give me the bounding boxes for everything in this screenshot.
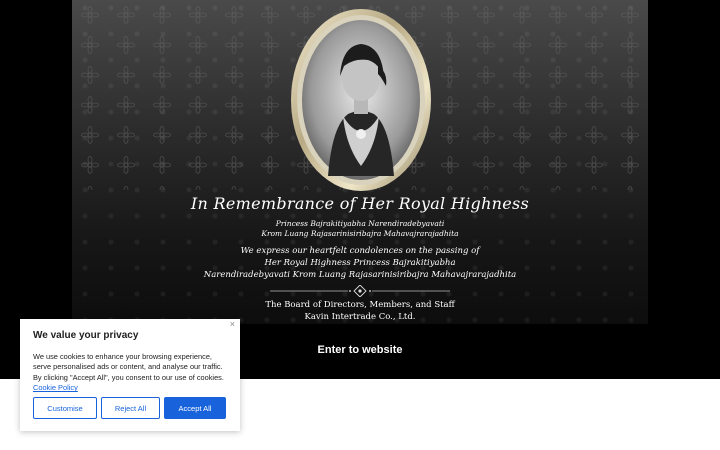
cookie-body-text: We use cookies to enhance your browsing …: [33, 352, 224, 382]
portrait-frame: [291, 9, 431, 191]
accept-all-button[interactable]: Accept All: [164, 397, 226, 419]
page: In Remembrance of Her Royal Highness Pri…: [0, 0, 720, 450]
cookie-policy-link[interactable]: Cookie Policy: [33, 383, 78, 392]
customise-button[interactable]: Customise: [33, 397, 97, 419]
cookie-button-row: Customise Reject All Accept All: [33, 397, 227, 419]
cookie-consent-banner: × We value your privacy We use cookies t…: [20, 319, 240, 431]
memorial-title: In Remembrance of Her Royal Highness: [190, 194, 530, 213]
cookie-description: We use cookies to enhance your browsing …: [33, 352, 227, 394]
memorial-name-line-1: Princess Bajrakitiyabha Narendiradebyava…: [275, 219, 445, 228]
cookie-title: We value your privacy: [33, 330, 139, 341]
close-icon[interactable]: ×: [230, 319, 235, 329]
memorial-name-line-2: Krom Luang Rajasarinisiribajra Mahavajra…: [261, 229, 459, 238]
ornament-divider: [270, 285, 450, 297]
reject-all-button[interactable]: Reject All: [101, 397, 160, 419]
memorial-banner: In Remembrance of Her Royal Highness Pri…: [72, 0, 648, 324]
memorial-message-line-1: We express our heartfelt condolences on …: [240, 246, 480, 256]
memorial-message-line-3: Narendiradebyavati Krom Luang Rajasarini…: [203, 270, 517, 280]
memorial-message-line-2: Her Royal Highness Princess Bajrakitiyab…: [264, 258, 456, 268]
memorial-board-line-1: The Board of Directors, Members, and Sta…: [265, 300, 455, 310]
